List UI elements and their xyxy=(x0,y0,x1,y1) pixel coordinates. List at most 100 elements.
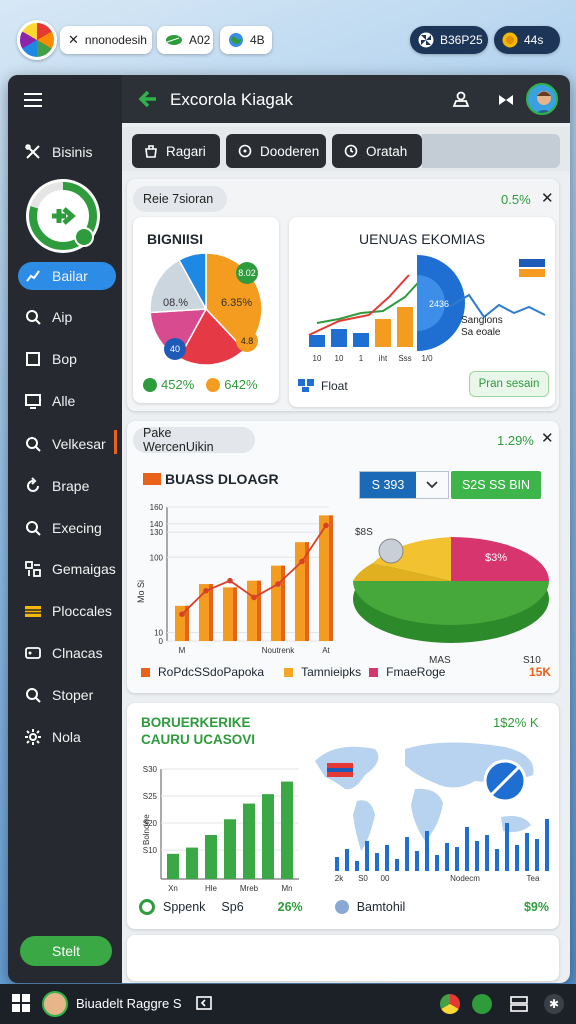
windows-start-icon[interactable] xyxy=(12,994,30,1017)
taskbar-avatar[interactable] xyxy=(42,991,68,1017)
sidebar-item-label: Ploccales xyxy=(52,603,112,619)
line-point xyxy=(179,611,185,617)
sidebar-item-aip[interactable]: Aip xyxy=(18,303,118,331)
line-point xyxy=(323,522,329,529)
combo-footer-label: Float xyxy=(321,379,348,393)
combo-action-button[interactable]: Pran sesain xyxy=(469,371,549,397)
pie3d-top-label: $8S xyxy=(355,527,373,538)
main-content: Excorola Kiagak Ragari Dooderen Oratah R… xyxy=(122,75,570,983)
section-2-chip[interactable]: Pake WercenUikin xyxy=(133,426,255,454)
sidebar-item-bisinis[interactable]: Bisinis xyxy=(18,138,118,166)
legend-item-1: RoPdcSSdoPapoka xyxy=(158,665,265,679)
line-point xyxy=(203,587,209,594)
taskbar-user-label[interactable]: Biuadelt Raggre S xyxy=(76,996,182,1011)
period-select[interactable]: S 393 xyxy=(359,471,449,499)
avatar[interactable] xyxy=(526,83,558,115)
sidebar-item-label: Brape xyxy=(52,478,90,494)
close-icon: ✕ xyxy=(68,32,79,47)
sidebar-item-gemaigas[interactable]: Gemaigas xyxy=(18,555,118,583)
map-bar xyxy=(425,831,429,871)
status-pill-2[interactable]: A02 xyxy=(157,26,213,54)
sidebar-item-stoper[interactable]: Stoper xyxy=(18,681,118,709)
start-button-label: Stelt xyxy=(51,943,80,959)
combo-bar xyxy=(309,335,325,347)
period-value: S 393 xyxy=(371,478,405,492)
map-bar xyxy=(395,859,399,871)
puzzle-icon xyxy=(297,375,315,398)
x-tick-label: S0 xyxy=(358,874,368,881)
pie-stat-b-value: 642% xyxy=(224,377,258,392)
sidebar-item-execing[interactable]: Execing xyxy=(18,514,118,542)
section-2-panel: Pake WercenUikin 1.29% ✕ BUASS DLOAGR S … xyxy=(127,421,559,693)
map-bar xyxy=(505,823,509,871)
x-tick-label: Mreb xyxy=(240,884,259,893)
status-pill-4-label: B36P25 xyxy=(440,33,483,47)
tab-ragari[interactable]: Ragari xyxy=(132,134,220,168)
line-point xyxy=(275,581,281,587)
map-south-america xyxy=(353,800,375,851)
leaf-icon xyxy=(165,34,183,46)
clock-icon xyxy=(344,144,358,158)
back-arrow-icon[interactable] xyxy=(136,87,160,116)
map-bar xyxy=(515,845,519,871)
chevron-down-icon xyxy=(416,472,448,498)
bracket-icon xyxy=(24,350,42,368)
section-3-title-2: CAURU UCASOVI xyxy=(141,732,256,747)
close-icon[interactable]: ✕ xyxy=(541,189,554,207)
grid-icon xyxy=(24,560,42,578)
y-tick-label: 140 xyxy=(150,520,164,529)
x-tick-label: 2k xyxy=(335,874,344,881)
close-icon[interactable]: ✕ xyxy=(541,429,554,447)
footer-right-label: Bamtohil xyxy=(356,900,406,914)
pie3d-badge xyxy=(378,538,404,564)
pie-label-c: 8.02 xyxy=(238,268,256,278)
settings-icon[interactable]: ✱ xyxy=(544,994,564,1014)
legend-swatch xyxy=(369,667,379,677)
tab-oratah[interactable]: Oratah xyxy=(332,134,422,168)
sidebar-item-brape[interactable]: Brape xyxy=(18,472,118,500)
map-bar xyxy=(375,853,379,871)
sidebar-item-nola[interactable]: Nola xyxy=(18,723,118,751)
toggle-icon[interactable] xyxy=(498,93,514,111)
sidebar-item-ploccales[interactable]: Ploccales xyxy=(18,597,118,625)
window-switch-icon[interactable] xyxy=(196,995,212,1016)
pie-label-a: 08.% xyxy=(163,297,188,309)
pie-stat-b: 642% xyxy=(206,377,258,392)
status-pill-3[interactable]: 4B xyxy=(220,26,272,54)
sidebar-item-velkesar[interactable]: Velkesar xyxy=(18,430,118,458)
footer-left-value: Sp6 xyxy=(221,900,244,914)
x-tick-label: 00 xyxy=(381,874,390,881)
app-logo[interactable] xyxy=(17,20,57,60)
legend-item-2: Tamnieipks xyxy=(301,665,362,679)
hamburger-icon[interactable] xyxy=(24,93,42,107)
sidebar-item-clnacas[interactable]: Clnacas xyxy=(18,639,118,667)
status-pill-5[interactable]: 44s xyxy=(494,26,560,54)
legend-swatch xyxy=(141,667,150,677)
x-tick-label: iht xyxy=(379,354,388,363)
bar-shade xyxy=(257,580,261,641)
sidebar-item-bailar[interactable]: Bailar xyxy=(18,262,116,290)
user-outline-icon[interactable] xyxy=(451,89,471,114)
pie-stat-a: 452% xyxy=(143,377,194,392)
sidebar-item-bop[interactable]: Bop xyxy=(18,345,118,373)
map-bar xyxy=(385,845,389,871)
status-pill-4[interactable]: B36P25 xyxy=(410,26,488,54)
app-green-icon[interactable] xyxy=(472,994,492,1014)
map-bar xyxy=(545,819,549,871)
section-2-chip-label: Pake WercenUikin xyxy=(143,426,214,454)
status-pill-1[interactable]: ✕ nnonodesih xyxy=(60,26,152,54)
section-1-chip[interactable]: Reie 7sioran xyxy=(133,186,227,212)
browser-icon[interactable] xyxy=(440,994,460,1014)
range-button[interactable]: S2S SS BIN xyxy=(451,471,541,499)
start-button[interactable]: Stelt xyxy=(20,936,112,966)
globe-icon xyxy=(228,32,244,48)
footer-right-pct: $9% xyxy=(523,900,549,914)
section-1-stat: 0.5% xyxy=(501,192,531,207)
sidebar-item-alle[interactable]: Alle xyxy=(18,387,118,415)
map-flag-stripe xyxy=(327,768,353,772)
tab-dooderen[interactable]: Dooderen xyxy=(226,134,326,168)
active-indicator xyxy=(114,430,117,454)
window-layout-icon[interactable] xyxy=(510,995,528,1018)
map-bar xyxy=(345,849,349,871)
section-2-stat: 1.29% xyxy=(497,433,534,448)
